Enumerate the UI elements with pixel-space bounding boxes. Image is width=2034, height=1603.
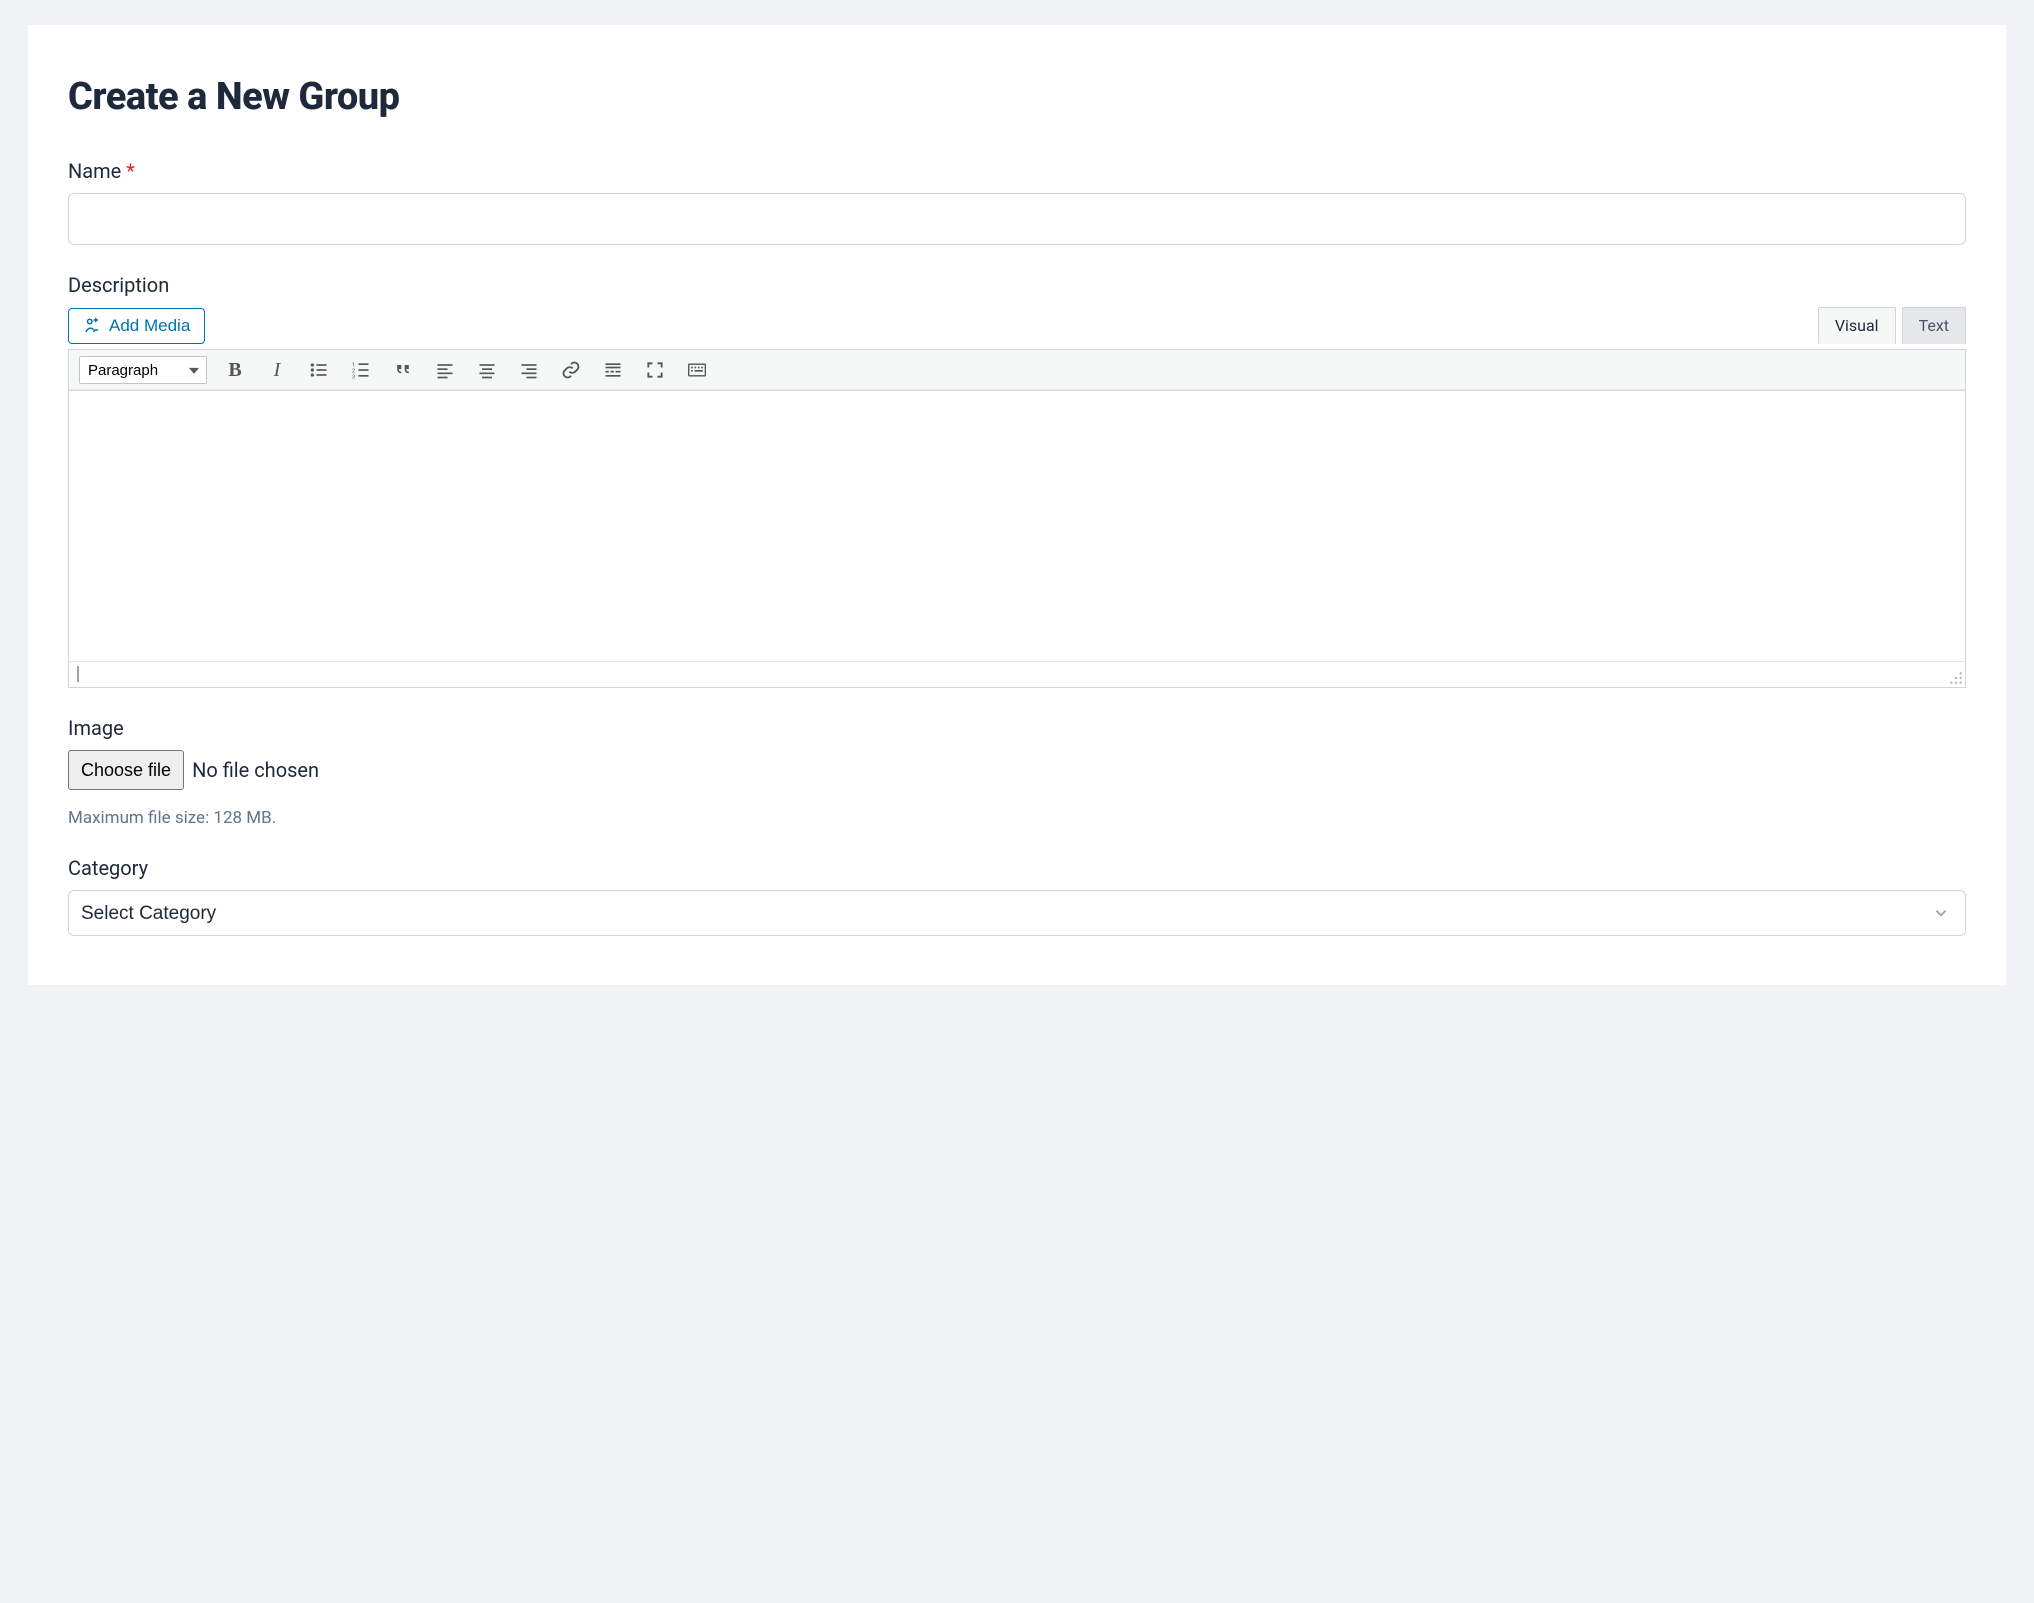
cursor-indicator: [77, 666, 79, 682]
editor-toolbar: Paragraph B I 123: [69, 350, 1965, 391]
quote-icon: [393, 360, 413, 380]
read-more-icon: [603, 360, 623, 380]
category-select[interactable]: Select Category: [68, 890, 1966, 936]
tab-text[interactable]: Text: [1902, 307, 1966, 344]
file-status-text: No file chosen: [192, 758, 319, 782]
italic-button[interactable]: I: [263, 356, 291, 384]
name-input[interactable]: [68, 193, 1966, 245]
choose-file-button[interactable]: Choose file: [68, 750, 184, 790]
fullscreen-icon: [645, 360, 665, 380]
svg-text:3: 3: [352, 374, 355, 380]
file-input-row: Choose file No file chosen: [68, 750, 1966, 790]
page-card: Create a New Group Name * Description Ad…: [28, 25, 2006, 985]
blockquote-button[interactable]: [389, 356, 417, 384]
image-field-group: Image Choose file No file chosen Maximum…: [68, 716, 1966, 828]
wysiwyg-editor: Paragraph B I 123: [68, 349, 1966, 688]
description-field-group: Description Add Media Visual Text: [68, 273, 1966, 688]
add-media-label: Add Media: [109, 316, 190, 336]
name-field-group: Name *: [68, 159, 1966, 245]
name-label-text: Name: [68, 159, 121, 183]
align-right-icon: [519, 360, 539, 380]
format-select-wrap: Paragraph: [79, 356, 207, 384]
align-left-icon: [435, 360, 455, 380]
align-center-button[interactable]: [473, 356, 501, 384]
resize-grip-icon[interactable]: [1949, 671, 1963, 685]
numbered-list-button[interactable]: 123: [347, 356, 375, 384]
editor-content[interactable]: [69, 391, 1965, 661]
bullet-list-button[interactable]: [305, 356, 333, 384]
insert-more-button[interactable]: [599, 356, 627, 384]
toolbar-toggle-button[interactable]: [683, 356, 711, 384]
bold-button[interactable]: B: [221, 356, 249, 384]
image-label: Image: [68, 716, 1966, 740]
add-media-button[interactable]: Add Media: [68, 308, 205, 344]
required-marker: *: [126, 159, 135, 183]
align-right-button[interactable]: [515, 356, 543, 384]
link-icon: [561, 360, 581, 380]
editor-tabs: Visual Text: [1812, 307, 1966, 344]
page-title: Create a New Group: [68, 75, 1966, 119]
link-button[interactable]: [557, 356, 585, 384]
keyboard-icon: [687, 360, 707, 380]
image-helper-text: Maximum file size: 128 MB.: [68, 808, 1966, 828]
category-field-group: Category Select Category: [68, 856, 1966, 936]
tab-visual[interactable]: Visual: [1818, 307, 1896, 344]
category-select-wrap: Select Category: [68, 890, 1966, 936]
description-label: Description: [68, 273, 1966, 297]
numbered-list-icon: 123: [351, 360, 371, 380]
align-center-icon: [477, 360, 497, 380]
bullet-list-icon: [309, 360, 329, 380]
category-label: Category: [68, 856, 1966, 880]
align-left-button[interactable]: [431, 356, 459, 384]
media-icon: [83, 317, 101, 335]
format-select[interactable]: Paragraph: [79, 356, 207, 384]
editor-statusbar: [69, 661, 1965, 687]
fullscreen-button[interactable]: [641, 356, 669, 384]
name-label: Name *: [68, 159, 1966, 183]
